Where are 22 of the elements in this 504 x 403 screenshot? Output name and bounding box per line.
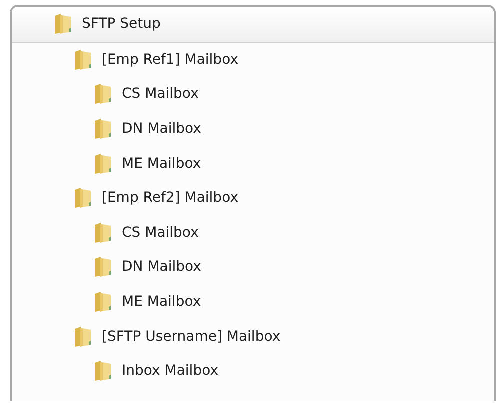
- folder-icon: [54, 13, 72, 36]
- folder-icon: [74, 187, 92, 210]
- folder-icon: [94, 256, 112, 278]
- folder-label[interactable]: [SFTP Username] Mailbox: [102, 328, 281, 345]
- folder-label[interactable]: [Emp Ref2] Mailbox: [102, 190, 238, 206]
- folder-label[interactable]: DN Mailbox: [122, 121, 202, 138]
- folder-label[interactable]: CS Mailbox: [122, 86, 199, 102]
- folder-label[interactable]: ME Mailbox: [122, 294, 202, 310]
- folder-icon: [74, 48, 92, 71]
- folder-label[interactable]: SFTP Setup: [82, 16, 161, 32]
- folder-label[interactable]: [Emp Ref1] Mailbox: [102, 52, 238, 68]
- folder-icon: [94, 291, 112, 314]
- folder-icon: [94, 360, 112, 382]
- folder-label[interactable]: CS Mailbox: [122, 224, 199, 241]
- folder-icon: [94, 152, 112, 175]
- folder-label[interactable]: ME Mailbox: [122, 156, 202, 172]
- folder-icon: [74, 326, 92, 348]
- folder-icon: [94, 83, 112, 106]
- folder-label[interactable]: DN Mailbox: [122, 259, 202, 276]
- folder-icon: [94, 118, 112, 140]
- folder-icon: [94, 222, 112, 244]
- folder-label[interactable]: Inbox Mailbox: [122, 363, 219, 380]
